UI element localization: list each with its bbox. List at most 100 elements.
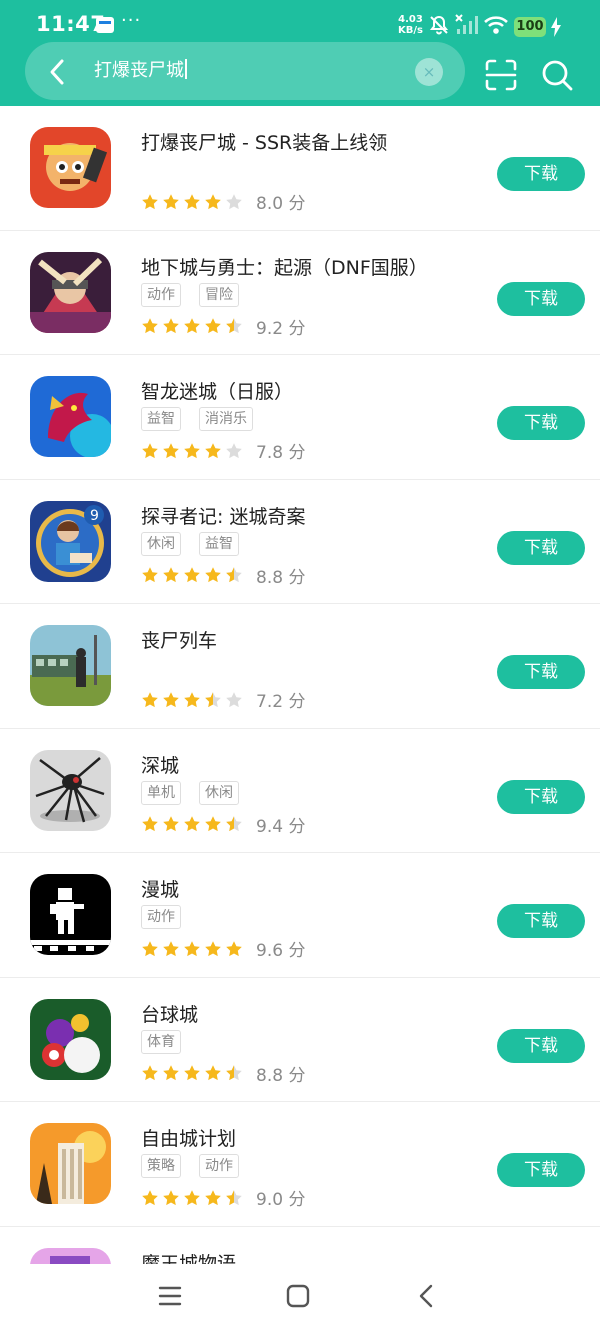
- rating-stars: [141, 566, 243, 584]
- network-speed: 4.03 KB/s: [398, 14, 423, 36]
- star-full-icon: [184, 1065, 200, 1081]
- app-score: 8.8 分: [256, 567, 306, 588]
- star-full-icon: [163, 1065, 179, 1081]
- app-tags: 策略 动作: [141, 1154, 239, 1178]
- download-button[interactable]: 下载: [497, 655, 585, 689]
- app-list-item[interactable]: 9 探寻者记: 迷城奇案 休闲 益智 8.8 分 下载: [0, 480, 600, 604]
- star-full-icon: [205, 193, 221, 209]
- app-name[interactable]: 地下城与勇士：起源（DNF国服）: [141, 253, 428, 280]
- app-tags: 益智 消消乐: [141, 407, 253, 431]
- app-tag: 单机: [141, 780, 181, 805]
- app-score: 7.2 分: [256, 692, 306, 712]
- app-icon[interactable]: [30, 1247, 111, 1264]
- app-tag: 消消乐: [199, 407, 253, 431]
- app-score: 8.0 分: [256, 194, 306, 214]
- rating-stars: [141, 442, 243, 460]
- star-full-icon: [205, 940, 221, 956]
- app-icon[interactable]: [30, 874, 111, 955]
- star-empty-icon: [226, 442, 242, 458]
- back-icon[interactable]: [414, 1284, 440, 1308]
- app-name[interactable]: 魔王城物语: [141, 1249, 236, 1265]
- app-list-item[interactable]: 地下城与勇士：起源（DNF国服） 动作 冒险 9.2 分 下载: [0, 231, 600, 355]
- star-full-icon: [163, 940, 179, 956]
- search-input[interactable]: 打爆丧尸城: [94, 58, 187, 84]
- app-tags: 休闲 益智: [141, 531, 239, 556]
- download-button[interactable]: 下载: [497, 1028, 585, 1063]
- star-full-icon: [142, 318, 158, 334]
- star-full-icon: [184, 816, 200, 832]
- app-list-item[interactable]: 智龙迷城（日服） 益智 消消乐 7.8 分 下载: [0, 355, 600, 480]
- download-button[interactable]: 下载: [497, 1153, 585, 1187]
- scan-icon[interactable]: [484, 58, 518, 92]
- rating-stars: [141, 317, 243, 335]
- rating-stars: [141, 691, 243, 709]
- app-icon[interactable]: [30, 1123, 111, 1204]
- app-icon[interactable]: [30, 998, 111, 1080]
- app-tag: 休闲: [199, 780, 239, 805]
- app-list-item[interactable]: 自由城计划 策略 动作 9.0 分 下载: [0, 1102, 600, 1227]
- star-full-icon: [163, 816, 179, 832]
- app-icon[interactable]: [30, 625, 111, 706]
- app-icon[interactable]: [30, 251, 111, 333]
- download-button[interactable]: 下载: [497, 904, 585, 938]
- app-score: 8.8 分: [256, 1065, 306, 1086]
- app-icon[interactable]: [30, 127, 111, 208]
- star-half-icon: [226, 318, 242, 334]
- app-name[interactable]: 打爆丧尸城 - SSR装备上线领: [141, 128, 387, 155]
- app-name[interactable]: 智龙迷城（日服）: [141, 377, 293, 404]
- app-name[interactable]: 台球城: [141, 1000, 198, 1027]
- app-list-item[interactable]: 漫城 动作 9.6 分 下载: [0, 853, 600, 978]
- download-button[interactable]: 下载: [497, 530, 585, 565]
- charging-icon: [551, 17, 561, 37]
- star-full-icon: [163, 691, 179, 707]
- download-button[interactable]: 下载: [497, 157, 585, 191]
- download-button[interactable]: 下载: [497, 406, 585, 440]
- star-full-icon: [184, 1189, 200, 1205]
- app-tag: 益智: [141, 407, 181, 431]
- status-time: 11:47: [36, 12, 106, 36]
- app-score: 9.0 分: [256, 1190, 306, 1210]
- star-full-icon: [142, 442, 158, 458]
- search-results-list: 打爆丧尸城 - SSR装备上线领 8.0 分 下载 地下城与勇士：起源（DNF国…: [0, 106, 600, 1264]
- app-list-item[interactable]: 深城 单机 休闲 9.4 分 下载: [0, 729, 600, 853]
- download-button[interactable]: 下载: [497, 281, 585, 316]
- download-button[interactable]: 下载: [497, 779, 585, 814]
- clear-icon[interactable]: ×: [415, 58, 443, 86]
- search-icon[interactable]: [540, 58, 574, 92]
- back-chevron-icon[interactable]: [42, 56, 74, 88]
- app-tag: 休闲: [141, 531, 181, 556]
- star-empty-icon: [226, 691, 242, 707]
- app-list-item[interactable]: 打爆丧尸城 - SSR装备上线领 8.0 分 下载: [0, 106, 600, 231]
- app-list-item[interactable]: 魔王城物语: [0, 1227, 600, 1265]
- app-tag: 动作: [199, 1154, 239, 1178]
- star-half-icon: [226, 1189, 242, 1205]
- star-full-icon: [184, 442, 200, 458]
- star-half-icon: [226, 1065, 242, 1081]
- battery-level: 100: [514, 17, 546, 37]
- app-name[interactable]: 丧尸列车: [141, 626, 217, 653]
- rating-stars: [141, 1189, 243, 1207]
- app-name[interactable]: 漫城: [141, 875, 179, 902]
- star-full-icon: [142, 567, 158, 583]
- app-rating: 7.8 分: [141, 438, 305, 463]
- star-full-icon: [205, 567, 221, 583]
- menu-icon[interactable]: [157, 1284, 183, 1308]
- app-name[interactable]: 深城: [141, 751, 179, 778]
- star-full-icon: [142, 940, 158, 956]
- star-empty-icon: [226, 193, 242, 209]
- app-score: 9.4 分: [256, 816, 306, 837]
- star-full-icon: [226, 940, 242, 956]
- app-icon[interactable]: [30, 376, 111, 457]
- app-icon[interactable]: [30, 749, 111, 831]
- app-rating: 9.4 分: [141, 812, 305, 837]
- app-name[interactable]: 探寻者记: 迷城奇案: [141, 502, 305, 529]
- star-full-icon: [184, 193, 200, 209]
- status-bar: 11:47 ··· 4.03 KB/s 100: [0, 0, 600, 48]
- app-list-item[interactable]: 台球城 体育 8.8 分 下载: [0, 978, 600, 1102]
- star-full-icon: [163, 1189, 179, 1205]
- search-field[interactable]: [25, 42, 465, 100]
- app-list-item[interactable]: 丧尸列车 7.2 分 下载: [0, 604, 600, 729]
- app-icon[interactable]: 9: [30, 500, 111, 582]
- app-name[interactable]: 自由城计划: [141, 1124, 236, 1151]
- home-icon[interactable]: [285, 1284, 311, 1308]
